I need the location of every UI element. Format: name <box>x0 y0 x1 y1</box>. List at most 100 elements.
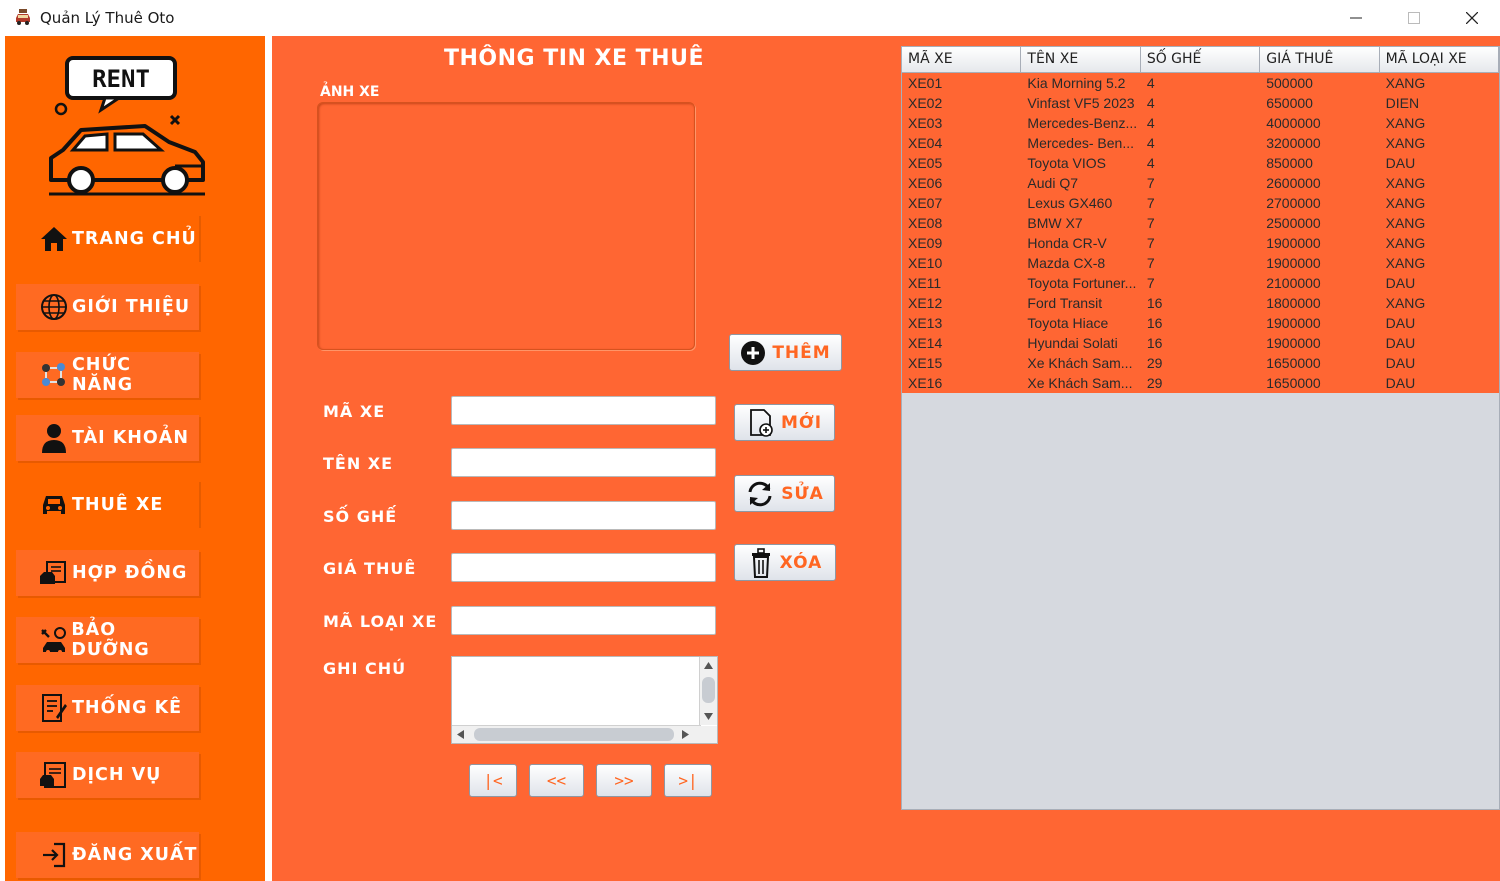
last-record-button[interactable]: >| <box>664 764 712 797</box>
table-cell: 1650000 <box>1266 355 1321 371</box>
close-button[interactable] <box>1443 0 1500 36</box>
next-record-button[interactable]: >> <box>596 764 652 797</box>
table-row[interactable]: XE14 Hyundai Solati 16 1900000 DAU <box>902 333 1499 353</box>
logo-text: RENT <box>92 65 150 93</box>
ma-xe-input[interactable] <box>451 396 716 425</box>
add-button-label: THÊM <box>772 342 831 363</box>
table-cell: 4 <box>1146 75 1155 91</box>
maximize-icon <box>1408 12 1420 24</box>
column-header[interactable]: MÃ XE <box>902 47 1022 72</box>
maintenance-icon <box>38 624 69 656</box>
table-cell: Toyota Fortuner... <box>1027 275 1137 291</box>
table-cell: 500000 <box>1266 75 1313 91</box>
column-header[interactable]: TÊN XE <box>1021 47 1141 72</box>
delete-button[interactable]: XÓA <box>734 544 836 581</box>
ghi-chu-textarea[interactable] <box>451 656 718 744</box>
table-cell: DAU <box>1385 355 1416 371</box>
table-cell: XE04 <box>908 135 943 151</box>
ma-loai-xe-input[interactable] <box>451 606 716 635</box>
ten-xe-input[interactable] <box>451 448 716 477</box>
new-button[interactable]: MỚI <box>734 404 835 441</box>
add-button[interactable]: THÊM <box>729 334 842 371</box>
table-row[interactable]: XE07 Lexus GX460 7 2700000 XANG <box>902 193 1499 213</box>
table-cell: 1900000 <box>1266 315 1321 331</box>
nav-bao-duong[interactable]: BẢO DƯỠNG <box>16 617 199 663</box>
table-row[interactable]: XE15 Xe Khách Sam... 29 1650000 DAU <box>902 353 1499 373</box>
nav-hop-dong[interactable]: HỢP ĐỒNG <box>16 550 199 596</box>
table-header: MÃ XE TÊN XE SỐ GHẾ GIÁ THUÊ MÃ LOẠI XE <box>902 47 1499 73</box>
table-cell: 7 <box>1146 175 1155 191</box>
nav-chuc-nang[interactable]: CHỨC NĂNG <box>16 352 199 398</box>
table-row[interactable]: XE13 Toyota Hiace 16 1900000 DAU <box>902 313 1499 333</box>
table-cell: Toyota VIOS <box>1027 155 1106 171</box>
table-cell: 2100000 <box>1266 275 1321 291</box>
table-row[interactable]: XE03 Mercedes-Benz... 4 4000000 XANG <box>902 113 1499 133</box>
vertical-scrollbar[interactable] <box>699 657 717 725</box>
scroll-corner <box>700 726 717 743</box>
refresh-icon <box>748 481 772 506</box>
gia-thue-label: GIÁ THUÊ <box>323 559 417 578</box>
column-header[interactable]: GIÁ THUÊ <box>1260 47 1380 72</box>
nav-label: BẢO DƯỠNG <box>71 620 150 660</box>
cars-table[interactable]: MÃ XE TÊN XE SỐ GHẾ GIÁ THUÊ MÃ LOẠI XE … <box>901 46 1500 810</box>
minimize-button[interactable] <box>1327 0 1385 36</box>
ten-xe-label: TÊN XE <box>323 454 394 473</box>
car-icon <box>38 489 70 521</box>
gia-thue-input[interactable] <box>451 553 716 582</box>
table-cell: XE02 <box>908 95 943 111</box>
car-image-box[interactable] <box>317 102 695 350</box>
table-cell: XE16 <box>908 375 943 391</box>
table-cell: Vinfast VF5 2023 <box>1027 95 1135 111</box>
table-cell: 2600000 <box>1266 175 1321 191</box>
table-row[interactable]: XE12 Ford Transit 16 1800000 XANG <box>902 293 1499 313</box>
nav-trang-chu[interactable]: TRANG CHỦ <box>16 216 201 262</box>
nav-label: TRANG CHỦ <box>72 229 197 249</box>
table-cell: 850000 <box>1266 155 1313 171</box>
table-row[interactable]: XE04 Mercedes- Ben... 4 3200000 XANG <box>902 133 1499 153</box>
table-cell: XE12 <box>908 295 943 311</box>
ma-loai-xe-label: MÃ LOẠI XE <box>323 612 438 631</box>
first-record-button[interactable]: |< <box>469 764 517 797</box>
logout-icon <box>38 839 70 871</box>
table-row[interactable]: XE10 Mazda CX-8 7 1900000 XANG <box>902 253 1499 273</box>
ghi-chu-label: GHI CHÚ <box>323 659 407 678</box>
table-cell: XE09 <box>908 235 943 251</box>
table-row[interactable]: XE16 Xe Khách Sam... 29 1650000 DAU <box>902 373 1499 393</box>
table-cell: DAU <box>1385 155 1416 171</box>
nav-dang-xuat[interactable]: ĐĂNG XUẤT <box>16 832 199 878</box>
table-row[interactable]: XE01 Kia Morning 5.2 4 500000 XANG <box>902 73 1499 93</box>
statistics-icon <box>38 692 70 724</box>
table-cell: XE06 <box>908 175 943 191</box>
nav-thong-ke[interactable]: THỐNG KÊ <box>16 685 199 731</box>
edit-button[interactable]: SỬA <box>734 475 835 512</box>
table-row[interactable]: XE02 Vinfast VF5 2023 4 650000 DIEN <box>902 93 1499 113</box>
horizontal-scrollbar[interactable] <box>452 725 701 743</box>
nav-label: DỊCH VỤ <box>72 765 162 785</box>
contract-icon <box>38 557 70 589</box>
scrollbar-arrows-icon <box>457 728 689 741</box>
table-row[interactable]: XE05 Toyota VIOS 4 850000 DAU <box>902 153 1499 173</box>
table-cell: Toyota Hiace <box>1027 315 1109 331</box>
table-cell: 7 <box>1146 195 1155 211</box>
table-cell: XE08 <box>908 215 943 231</box>
so-ghe-input[interactable] <box>451 501 716 530</box>
nav-tai-khoan[interactable]: TÀI KHOẢN <box>16 415 199 461</box>
nav-thue-xe[interactable]: THUÊ XE <box>16 482 201 528</box>
column-header[interactable]: SỐ GHẾ <box>1141 47 1261 72</box>
table-row[interactable]: XE11 Toyota Fortuner... 7 2100000 DAU <box>902 273 1499 293</box>
delete-button-label: XÓA <box>779 552 823 573</box>
table-row[interactable]: XE08 BMW X7 7 2500000 XANG <box>902 213 1499 233</box>
table-row[interactable]: XE09 Honda CR-V 7 1900000 XANG <box>902 233 1499 253</box>
nav-gioi-thieu[interactable]: GIỚI THIỆU <box>16 284 199 330</box>
table-cell: XE14 <box>908 335 943 351</box>
table-row[interactable]: XE06 Audi Q7 7 2600000 XANG <box>902 173 1499 193</box>
nav-dich-vu[interactable]: DỊCH VỤ <box>16 752 199 798</box>
table-cell: DAU <box>1385 375 1416 391</box>
table-cell: 7 <box>1146 255 1155 271</box>
rent-logo: RENT <box>49 56 205 196</box>
form-title: THÔNG TIN XE THUÊ <box>444 46 704 71</box>
column-header[interactable]: MÃ LOẠI XE <box>1380 47 1499 72</box>
previous-record-button[interactable]: << <box>529 764 584 797</box>
maximize-button[interactable] <box>1385 0 1443 36</box>
table-cell: XANG <box>1385 195 1426 211</box>
